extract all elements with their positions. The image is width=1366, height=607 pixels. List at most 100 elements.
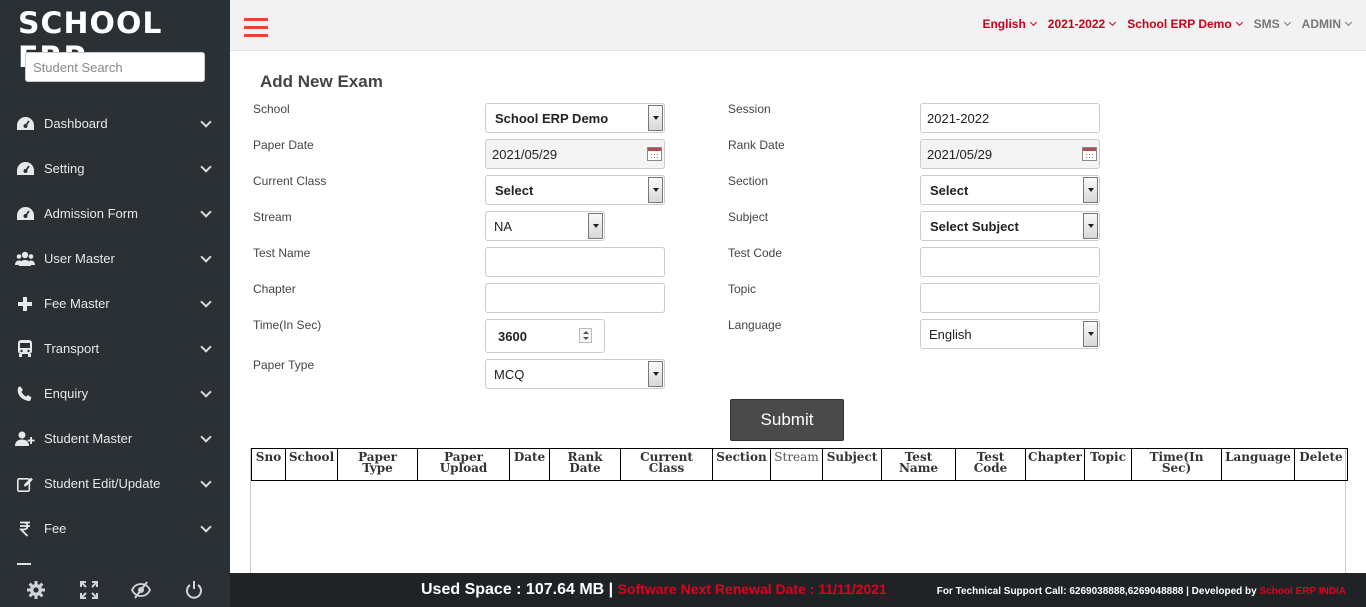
col-header-text: Sec) bbox=[1161, 461, 1192, 475]
table-header-row: Sno School Paper Type Paper Upload Date Ra… bbox=[251, 448, 1348, 481]
renewal-date-text: Software Next Renewal Date : 11/11/2021 bbox=[617, 581, 887, 597]
rank-date-field[interactable]: 2021/05/29 bbox=[920, 139, 1100, 169]
used-space-text: Used Space : 107.64 MB | bbox=[421, 581, 614, 598]
developer-link[interactable]: School ERP INDIA bbox=[1260, 586, 1347, 597]
chevron-down-icon bbox=[1083, 321, 1098, 347]
paper-type-select[interactable]: MCQ bbox=[485, 359, 665, 389]
eye-slash-icon[interactable] bbox=[131, 580, 152, 600]
sidebar-item-label: Setting bbox=[44, 161, 85, 176]
chevron-down-icon bbox=[200, 431, 212, 443]
rupee-icon bbox=[15, 520, 35, 538]
chapter-field[interactable] bbox=[485, 283, 665, 313]
chevron-down-icon bbox=[200, 386, 212, 398]
sidebar-item-label: Dashboard bbox=[44, 116, 108, 131]
sidebar-item-fee-master[interactable]: Fee Master bbox=[0, 281, 230, 326]
col-header-delete: Delete bbox=[1294, 448, 1348, 481]
exam-table-container: Sno School Paper Type Paper Upload Date Ra… bbox=[250, 448, 1348, 573]
chevron-down-icon bbox=[648, 105, 663, 131]
test-name-input[interactable] bbox=[494, 248, 664, 276]
session-dropdown[interactable]: 2021-2022 bbox=[1048, 17, 1117, 31]
chevron-down-icon bbox=[1083, 177, 1098, 203]
sidebar-menu: Dashboard Setting Admission Form User Ma… bbox=[0, 101, 230, 551]
chevron-down-icon bbox=[1083, 213, 1098, 239]
col-header-section: Section bbox=[712, 448, 771, 481]
sidebar-item-student-edit-update[interactable]: Student Edit/Update bbox=[0, 461, 230, 506]
col-header-text: Chapter bbox=[1028, 450, 1082, 464]
language-dropdown[interactable]: English bbox=[982, 17, 1037, 31]
sms-dropdown-label: SMS bbox=[1253, 17, 1280, 31]
admin-dropdown[interactable]: ADMIN bbox=[1302, 17, 1353, 31]
stream-value: NA bbox=[494, 218, 513, 234]
stream-select[interactable]: NA bbox=[485, 211, 605, 241]
test-code-input[interactable] bbox=[929, 248, 1099, 276]
col-header-text: Upload bbox=[439, 461, 488, 475]
sidebar-item-fee[interactable]: Fee bbox=[0, 506, 230, 551]
col-header-text: Type bbox=[362, 461, 393, 475]
col-header-text: Date bbox=[569, 461, 601, 475]
fullscreen-icon[interactable] bbox=[79, 580, 99, 600]
rank-date-value: 2021/05/29 bbox=[927, 146, 993, 162]
sidebar-item-enquiry[interactable]: Enquiry bbox=[0, 371, 230, 416]
school-select[interactable]: School ERP Demo bbox=[485, 103, 665, 133]
test-code-field[interactable] bbox=[920, 247, 1100, 277]
sidebar-item-user-master[interactable]: User Master bbox=[0, 236, 230, 281]
col-header-text: Code bbox=[973, 461, 1008, 475]
sidebar-item-admission-form[interactable]: Admission Form bbox=[0, 191, 230, 236]
chevron-down-icon bbox=[200, 341, 212, 353]
subject-label: Subject bbox=[728, 210, 769, 224]
gear-icon[interactable] bbox=[26, 580, 46, 600]
chapter-input[interactable] bbox=[494, 284, 664, 312]
storage-status: Used Space : 107.64 MB | Software Next R… bbox=[421, 581, 887, 599]
sidebar-item-transport[interactable]: Transport bbox=[0, 326, 230, 371]
current-class-value: Select bbox=[495, 182, 534, 198]
col-header-text: Stream bbox=[774, 450, 819, 464]
sidebar-item-dashboard[interactable]: Dashboard bbox=[0, 101, 230, 146]
sidebar-item-setting[interactable]: Setting bbox=[0, 146, 230, 191]
sidebar-item-student-master[interactable]: Student Master bbox=[0, 416, 230, 461]
sms-dropdown[interactable]: SMS bbox=[1253, 17, 1291, 31]
page-title: Add New Exam bbox=[260, 72, 383, 91]
section-value: Select bbox=[930, 182, 969, 198]
chevron-down-icon bbox=[1283, 18, 1291, 27]
menu-toggle-icon[interactable] bbox=[244, 18, 268, 38]
chevron-down-icon bbox=[1235, 18, 1243, 27]
sidebar-footer bbox=[0, 573, 230, 607]
submit-button[interactable]: Submit bbox=[730, 399, 844, 441]
topic-field[interactable] bbox=[920, 283, 1100, 313]
col-header-test-code: Test Code bbox=[955, 448, 1026, 481]
student-search-input[interactable] bbox=[25, 52, 205, 82]
chevron-down-icon bbox=[200, 206, 212, 218]
chevron-down-icon bbox=[1029, 18, 1037, 27]
paper-date-field[interactable]: 2021/05/29 bbox=[485, 139, 665, 169]
sidebar-item-label: Fee Master bbox=[44, 296, 110, 311]
col-header-text: School bbox=[288, 450, 335, 464]
current-class-select[interactable]: Select bbox=[485, 175, 665, 205]
section-select[interactable]: Select bbox=[920, 175, 1100, 205]
school-label: School bbox=[253, 102, 290, 116]
language-select[interactable]: English bbox=[920, 319, 1100, 349]
calendar-icon[interactable] bbox=[647, 147, 662, 161]
phone-icon bbox=[15, 385, 35, 403]
topic-input[interactable] bbox=[929, 284, 1099, 312]
school-dropdown[interactable]: School ERP Demo bbox=[1127, 17, 1243, 31]
exam-table: Sno School Paper Type Paper Upload Date Ra… bbox=[251, 448, 1348, 481]
school-dropdown-label: School ERP Demo bbox=[1127, 17, 1232, 31]
spinner-arrows-icon[interactable] bbox=[579, 328, 592, 343]
col-header-paper-upload: Paper Upload bbox=[417, 448, 510, 481]
calendar-icon[interactable] bbox=[1082, 147, 1097, 161]
session-field[interactable]: 2021-2022 bbox=[920, 103, 1100, 133]
current-class-label: Current Class bbox=[253, 174, 327, 188]
topic-label: Topic bbox=[728, 282, 757, 296]
bus-icon bbox=[15, 340, 35, 358]
support-text: For Technical Support Call: 6269038888,6… bbox=[936, 586, 1257, 597]
sidebar-item-label: Transport bbox=[44, 341, 100, 356]
time-value: 3600 bbox=[498, 328, 527, 344]
power-icon[interactable] bbox=[184, 580, 204, 600]
time-number-input[interactable]: 3600 bbox=[485, 319, 605, 353]
subject-select[interactable]: Select Subject bbox=[920, 211, 1100, 241]
session-label: Session bbox=[728, 102, 771, 116]
chevron-down-icon bbox=[200, 296, 212, 308]
test-name-field[interactable] bbox=[485, 247, 665, 277]
col-header-date: Date bbox=[509, 448, 550, 481]
sidebar-item-label: Enquiry bbox=[44, 386, 89, 401]
